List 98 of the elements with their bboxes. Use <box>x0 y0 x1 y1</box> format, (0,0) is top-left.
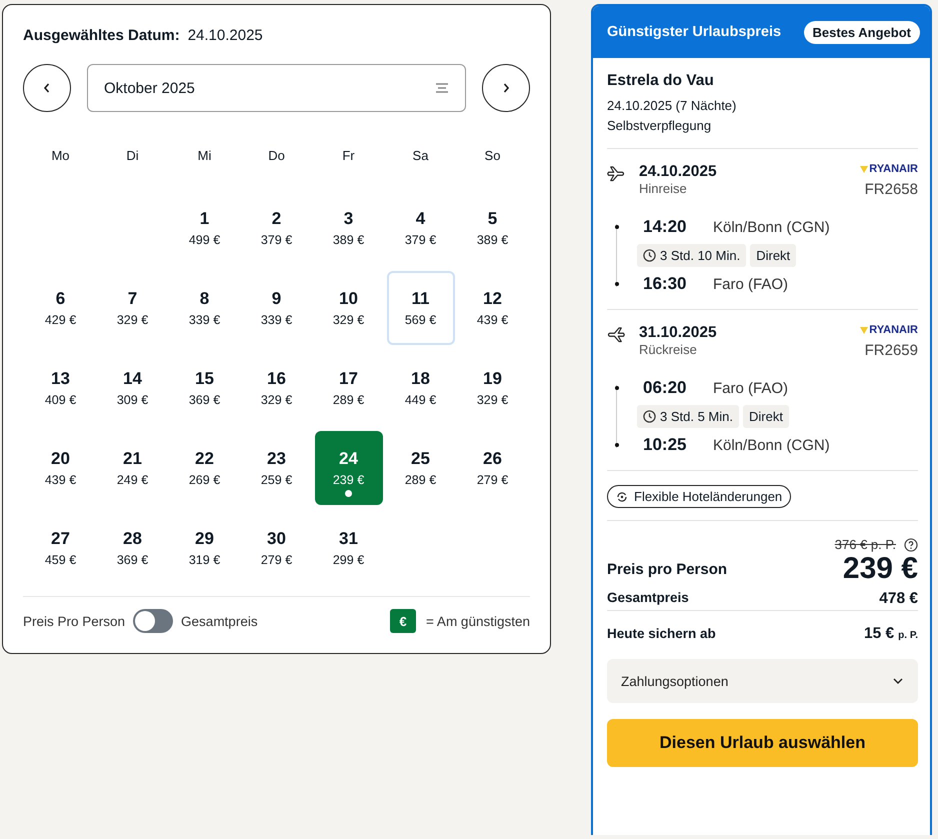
calendar-day[interactable]: 4 379 € <box>386 191 454 265</box>
departure-time: 14:20 <box>643 217 688 237</box>
departure-airport: Köln/Bonn (CGN) <box>713 218 830 236</box>
old-price: 376 € p. P. <box>834 537 896 552</box>
next-month-button[interactable] <box>482 64 530 112</box>
calendar-day[interactable]: 7 329 € <box>98 271 166 345</box>
calendar-day[interactable]: 21 249 € <box>98 431 166 505</box>
calendar-day[interactable]: 6 429 € <box>26 271 94 345</box>
chevron-left-icon <box>42 82 52 94</box>
list-icon <box>435 82 449 94</box>
duration-chip: 3 Std. 5 Min. <box>637 405 739 428</box>
select-holiday-button[interactable]: Diesen Urlaub auswählen <box>607 719 918 767</box>
arrival-airport: Faro (FAO) <box>713 276 788 292</box>
total-price: 478 € <box>879 590 918 608</box>
calendar-day[interactable]: 31 299 € <box>314 511 382 585</box>
deposit-unit: p. P. <box>898 630 918 641</box>
weekday-label: Mi <box>196 148 212 165</box>
timeline-dot <box>615 386 619 390</box>
calendar-day[interactable]: 23 259 € <box>242 431 310 505</box>
weekday-label: Di <box>125 148 140 165</box>
airplane-icon <box>607 325 625 343</box>
chevron-right-icon <box>501 82 511 94</box>
travel-dates: 24.10.2025 (7 Nächte) <box>607 97 738 115</box>
previous-month-button[interactable] <box>23 64 71 112</box>
flexible-changes-tag[interactable]: Flexible Hoteländerungen <box>607 485 792 508</box>
calendar-day[interactable]: 1 499 € <box>170 191 238 265</box>
calendar-day[interactable]: 20 439 € <box>26 431 94 505</box>
board-type: Selbstverpflegung <box>607 117 712 135</box>
total-label: Gesamtpreis <box>607 590 689 607</box>
timeline-dot <box>615 443 619 447</box>
calendar-day[interactable]: 18 449 € <box>386 351 454 425</box>
calendar-day[interactable]: 22 269 € <box>170 431 238 505</box>
calendar-day[interactable]: 15 369 € <box>170 351 238 425</box>
calendar-day[interactable]: 29 319 € <box>170 511 238 585</box>
weekday-label: Do <box>267 148 286 165</box>
arrival-time: 10:25 <box>643 435 688 455</box>
cheapest-legend-badge: € <box>390 609 416 633</box>
calendar-day[interactable]: 2 379 € <box>242 191 310 265</box>
timeline-dot <box>615 282 619 286</box>
payment-options-dropdown[interactable]: Zahlungsoptionen <box>607 659 918 703</box>
deposit-label: Heute sichern ab <box>607 626 717 641</box>
airline-logo: RYANAIR <box>860 324 918 336</box>
toggle-label: Gesamtpreis <box>181 614 258 628</box>
calendar-day[interactable]: 27 459 € <box>26 511 94 585</box>
arrival-airport: Köln/Bonn (CGN) <box>713 436 830 454</box>
price-per-person: 239 € <box>842 552 918 586</box>
selected-date: 24.10.2025 <box>188 27 263 44</box>
calendar-day[interactable]: 30 279 € <box>242 511 310 585</box>
weekday-label: So <box>484 148 502 165</box>
weekday-label: Mo <box>50 148 71 165</box>
flight-date: 31.10.2025 <box>639 324 718 342</box>
price-toggle[interactable] <box>133 609 174 633</box>
price-label: Preis pro Person <box>607 560 728 578</box>
calendar-day[interactable]: 14 309 € <box>98 351 166 425</box>
calendar-day[interactable]: 24 239 € <box>314 431 382 505</box>
flight-number: FR2658 <box>864 181 918 198</box>
calendar-day[interactable]: 16 329 € <box>242 351 310 425</box>
arrival-time: 16:30 <box>643 274 688 294</box>
flight-direction: Rückreise <box>639 342 698 357</box>
clock-icon <box>643 410 656 423</box>
calendar-day[interactable]: 5 389 € <box>458 191 526 265</box>
calendar-day[interactable]: 13 409 € <box>26 351 94 425</box>
calendar-day[interactable]: 19 329 € <box>458 351 526 425</box>
chevron-down-icon <box>892 677 904 685</box>
weekday-label: Sa <box>412 148 430 165</box>
calendar-day[interactable]: 9 339 € <box>242 271 310 345</box>
duration-chip: 3 Std. 10 Min. <box>637 244 746 267</box>
calendar-day[interactable]: 28 369 € <box>98 511 166 585</box>
clock-icon <box>643 249 656 262</box>
stops-chip: Direkt <box>750 244 796 267</box>
calendar-day[interactable]: 17 289 € <box>314 351 382 425</box>
calendar-day[interactable]: 11 569 € <box>386 271 454 345</box>
weekday-label: Fr <box>341 148 356 165</box>
calendar-day[interactable]: 26 279 € <box>458 431 526 505</box>
calendar-day[interactable]: 25 289 € <box>386 431 454 505</box>
timeline-dot <box>615 225 619 229</box>
hotel-name: Estrela do Vau <box>607 72 715 90</box>
calendar-day[interactable]: 8 339 € <box>170 271 238 345</box>
flight-date: 24.10.2025 <box>639 163 718 181</box>
legend-text: = Am günstigsten <box>426 614 530 628</box>
best-offer-badge: Bestes Angebot <box>804 20 920 44</box>
help-icon[interactable] <box>904 538 918 552</box>
calendar-day[interactable]: 3 389 € <box>314 191 382 265</box>
departure-airport: Faro (FAO) <box>713 380 788 396</box>
selected-date-label: Ausgewähltes Datum: <box>23 27 180 44</box>
calendar-day[interactable]: 10 329 € <box>314 271 382 345</box>
deposit-price: 15 € <box>864 625 894 643</box>
month-select[interactable]: Oktober 2025 <box>87 64 466 112</box>
toggle-label: Preis Pro Person <box>23 614 126 628</box>
refresh-icon <box>616 490 628 502</box>
offer-title: Günstigster Urlaubspreis <box>607 24 782 40</box>
flight-number: FR2659 <box>864 342 918 359</box>
stops-chip: Direkt <box>742 405 789 428</box>
airline-logo: RYANAIR <box>860 163 918 175</box>
departure-time: 06:20 <box>643 378 688 398</box>
airplane-icon <box>607 164 625 182</box>
calendar-day[interactable]: 12 439 € <box>458 271 526 345</box>
flight-direction: Hinreise <box>639 181 688 196</box>
